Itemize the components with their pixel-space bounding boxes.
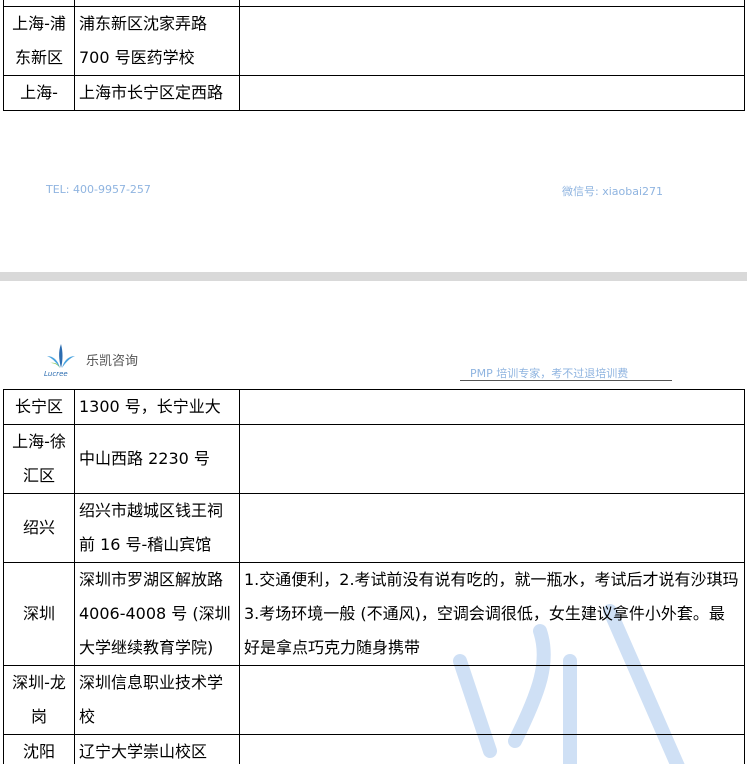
exam-site-table-2: 长宁区 1300 号，长宁业大 上海-徐汇区 中山西路 2230 号 绍兴 绍兴… — [3, 389, 745, 764]
address-cell: 上海市长宁区定西路 — [74, 75, 240, 111]
exam-site-table-1: 上海-浦东新区 浦东新区沈家弄路 700 号医药学校 上海- 上海市长宁区定西路 — [3, 0, 745, 111]
note-cell — [239, 424, 745, 494]
page-separator — [0, 272, 747, 281]
note-cell — [239, 6, 745, 76]
note-cell — [239, 734, 745, 764]
table-row: 长宁区 1300 号，长宁业大 — [3, 389, 745, 425]
address-cell: 1300 号，长宁业大 — [74, 389, 240, 425]
table-row: 上海-浦东新区 浦东新区沈家弄路 700 号医药学校 — [3, 6, 745, 76]
address-cell: 深圳信息职业技术学校 — [74, 665, 240, 735]
address-cell: 深圳市罗湖区解放路 4006-4008 号 (深圳大学继续教育学院) — [74, 562, 240, 666]
note-cell: 1.交通便利，2.考试前没有说有吃的，就一瓶水，考试后才说有沙琪玛 3.考场环境… — [239, 562, 745, 666]
city-cell: 深圳-龙岗 — [3, 665, 75, 735]
address-cell: 浦东新区沈家弄路 700 号医药学校 — [74, 6, 240, 76]
table-row: 深圳 深圳市罗湖区解放路 4006-4008 号 (深圳大学继续教育学院) 1.… — [3, 562, 745, 666]
table-row: 上海- 上海市长宁区定西路 — [3, 75, 745, 111]
brand-name: 乐凯咨询 — [86, 354, 139, 369]
city-cell: 上海- — [3, 75, 75, 111]
header-tagline: PMP 培训专家，考不过退培训费 — [470, 367, 629, 380]
city-cell: 上海-浦东新区 — [3, 6, 75, 76]
note-cell — [239, 75, 745, 111]
city-cell: 上海-徐汇区 — [3, 424, 75, 494]
note-cell — [239, 389, 745, 425]
city-cell: 深圳 — [3, 562, 75, 666]
address-cell: 绍兴市越城区钱王祠前 16 号-稽山宾馆 — [74, 493, 240, 563]
footer-wechat: 微信号: xiaobai271 — [562, 185, 664, 198]
city-cell: 长宁区 — [3, 389, 75, 425]
note-cell — [239, 665, 745, 735]
note-cell — [239, 493, 745, 563]
table-row: 上海-徐汇区 中山西路 2230 号 — [3, 424, 745, 494]
table-row: 沈阳 辽宁大学崇山校区 — [3, 734, 745, 764]
page-1: 上海-浦东新区 浦东新区沈家弄路 700 号医药学校 上海- 上海市长宁区定西路… — [0, 0, 747, 272]
address-cell: 中山西路 2230 号 — [74, 424, 240, 494]
footer-phone: TEL: 400-9957-257 — [46, 183, 151, 196]
city-cell: 绍兴 — [3, 493, 75, 563]
table-row: 绍兴 绍兴市越城区钱王祠前 16 号-稽山宾馆 — [3, 493, 745, 563]
logo-wordmark: Lucree — [44, 370, 68, 378]
address-cell: 辽宁大学崇山校区 — [74, 734, 240, 764]
table-row: 深圳-龙岗 深圳信息职业技术学校 — [3, 665, 745, 735]
city-cell: 沈阳 — [3, 734, 75, 764]
header-rule — [460, 380, 672, 381]
page-2: Lucree 乐凯咨询 PMP 培训专家，考不过退培训费 长宁区 1300 号，… — [0, 281, 747, 764]
company-logo-icon — [47, 344, 75, 368]
